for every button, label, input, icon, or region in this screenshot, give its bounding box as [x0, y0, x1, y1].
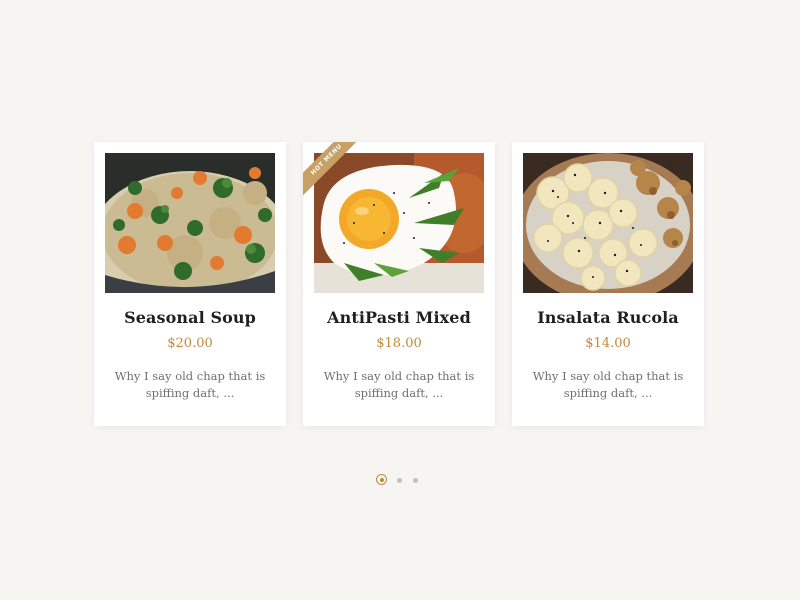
banana-walnut-bowl-image[interactable] [523, 153, 693, 293]
card-title[interactable]: AntiPasti Mixed [303, 308, 495, 327]
card-title[interactable]: Seasonal Soup [94, 308, 286, 327]
menu-carousel: Seasonal Soup $20.00 Why I say old chap … [0, 0, 800, 600]
card-price: $14.00 [585, 336, 631, 351]
menu-card[interactable]: Seasonal Soup $20.00 Why I say old chap … [94, 142, 286, 426]
carousel-pagination [376, 474, 424, 486]
pagination-dot-1[interactable] [376, 474, 387, 485]
menu-card[interactable]: HOT MENU AntiPasti Mixed $18.00 Why I sa… [303, 142, 495, 426]
card-description: Why I say old chap that is spiffing daft… [114, 369, 266, 400]
fried-egg-salad-image[interactable] [314, 153, 484, 293]
menu-card[interactable]: Insalata Rucola $14.00 Why I say old cha… [512, 142, 704, 426]
pagination-dot-2[interactable] [397, 478, 402, 483]
pagination-dot-3[interactable] [413, 478, 418, 483]
quinoa-vegetables-image[interactable] [105, 153, 275, 293]
card-description: Why I say old chap that is spiffing daft… [323, 369, 475, 400]
card-price: $20.00 [167, 336, 213, 351]
card-description: Why I say old chap that is spiffing daft… [532, 369, 684, 400]
card-title[interactable]: Insalata Rucola [512, 308, 704, 327]
card-price: $18.00 [376, 336, 422, 351]
